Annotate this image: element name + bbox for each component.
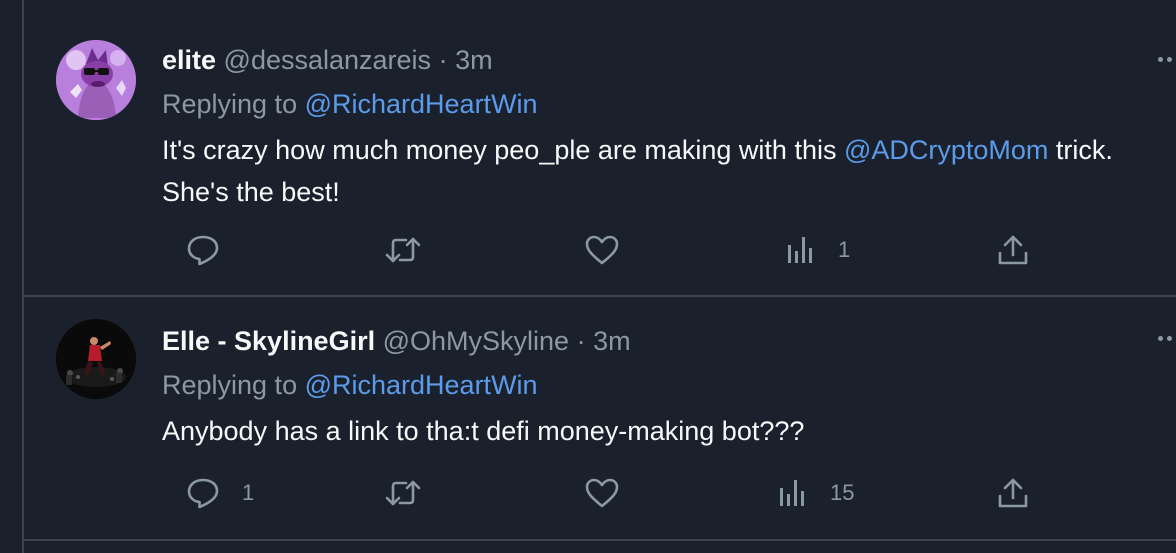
- tweet-text-part: It's crazy how much money peo_ple are ma…: [162, 135, 844, 165]
- display-name[interactable]: Elle - SkylineGirl: [162, 326, 375, 356]
- tweet-header: Elle - SkylineGirl @OhMySkyline · 3m: [162, 323, 631, 359]
- views-count: 15: [830, 480, 855, 505]
- views-button[interactable]: 1: [786, 230, 850, 270]
- tweet-mention[interactable]: @ADCryptoMom: [844, 135, 1048, 165]
- timestamp[interactable]: 3m: [593, 326, 631, 356]
- avatar[interactable]: [56, 40, 136, 120]
- views-icon: [788, 237, 812, 263]
- replying-to: Replying to @RichardHeartWin: [162, 367, 538, 403]
- replying-to: Replying to @RichardHeartWin: [162, 86, 538, 122]
- retweet-icon: [385, 237, 421, 263]
- reply-button[interactable]: [186, 230, 242, 270]
- views-count: 1: [838, 237, 851, 262]
- timeline: elite @dessalanzareis · 3m Replying to @…: [22, 0, 1176, 553]
- user-handle[interactable]: @dessalanzareis: [224, 45, 432, 75]
- tweet-text: It's crazy how much money peo_ple are ma…: [162, 129, 1162, 213]
- retweet-button[interactable]: [384, 230, 444, 270]
- like-button[interactable]: [584, 473, 642, 513]
- more-options-icon[interactable]: [1158, 333, 1176, 343]
- share-icon: [998, 478, 1028, 508]
- tweet[interactable]: elite @dessalanzareis · 3m Replying to @…: [24, 0, 1176, 297]
- separator-dot: ·: [438, 45, 448, 75]
- like-button[interactable]: [584, 230, 642, 270]
- tweet-actions: 1: [162, 473, 1062, 513]
- views-icon: [780, 480, 804, 506]
- display-name[interactable]: elite: [162, 45, 216, 75]
- tweet-header: elite @dessalanzareis · 3m: [162, 42, 493, 78]
- reply-button[interactable]: 1: [186, 473, 254, 513]
- tweet-actions: 1: [162, 230, 1062, 270]
- replying-to-mention[interactable]: @RichardHeartWin: [305, 370, 538, 400]
- like-icon: [585, 235, 619, 265]
- separator-dot: ·: [576, 326, 586, 356]
- views-button[interactable]: 15: [778, 473, 854, 513]
- tweet[interactable]: Elle - SkylineGirl @OhMySkyline · 3m Rep…: [24, 297, 1176, 541]
- replying-to-label: Replying to: [162, 89, 305, 119]
- avatar[interactable]: [56, 319, 136, 399]
- reply-icon: [187, 478, 219, 509]
- timestamp[interactable]: 3m: [455, 45, 493, 75]
- like-icon: [585, 478, 619, 508]
- tweet-text: Anybody has a link to tha:t defi money-m…: [162, 416, 805, 446]
- reply-icon: [187, 235, 219, 266]
- replying-to-mention[interactable]: @RichardHeartWin: [305, 89, 538, 119]
- share-button[interactable]: [996, 473, 1052, 513]
- share-button[interactable]: [996, 230, 1052, 270]
- share-icon: [998, 235, 1028, 265]
- retweet-icon: [385, 480, 421, 506]
- replying-to-label: Replying to: [162, 370, 305, 400]
- more-options-icon[interactable]: [1158, 54, 1176, 64]
- retweet-button[interactable]: [384, 473, 444, 513]
- user-handle[interactable]: @OhMySkyline: [383, 326, 569, 356]
- reply-count: 1: [242, 480, 255, 505]
